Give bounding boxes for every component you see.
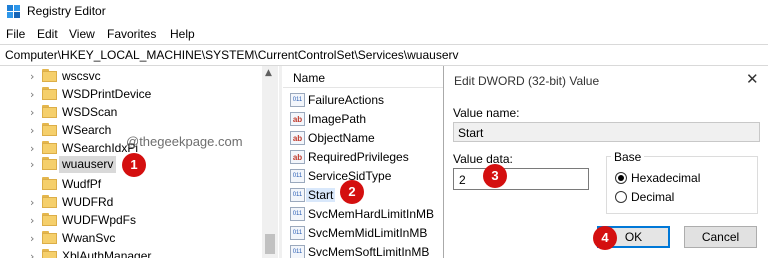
folder-icon <box>42 177 57 190</box>
window-title: Registry Editor <box>27 4 106 18</box>
string-value-icon: ab <box>290 112 305 126</box>
string-value-icon: ab <box>290 150 305 164</box>
chevron-right-icon[interactable]: › <box>30 88 34 101</box>
list-item[interactable]: 011 SvcMemHardLimitInMB <box>283 205 443 224</box>
decimal-label[interactable]: Decimal <box>631 190 674 204</box>
value-name: Start <box>306 188 336 202</box>
list-item[interactable]: 011 SvcMemMidLimitInMB <box>283 224 443 243</box>
value-name-label: Value name: <box>453 106 520 120</box>
list-item[interactable]: ab ImagePath <box>283 110 443 129</box>
tree-item-label: wuauserv <box>59 156 117 173</box>
step-badge-2: 2 <box>340 180 364 204</box>
menu-view[interactable]: View <box>69 27 95 41</box>
string-value-icon: ab <box>290 131 305 145</box>
folder-icon <box>42 213 57 226</box>
tree-item-label: WUDFWpdFs <box>62 213 136 227</box>
tree-item-label: XblAuthManager <box>62 249 152 258</box>
base-groupbox <box>606 156 758 214</box>
scroll-thumb[interactable] <box>265 234 275 254</box>
menu-file[interactable]: File <box>6 27 25 41</box>
address-bar[interactable]: Computer\HKEY_LOCAL_MACHINE\SYSTEM\Curre… <box>0 44 768 66</box>
value-name: ObjectName <box>308 131 375 145</box>
tree-scrollbar[interactable]: ▲ <box>262 66 278 258</box>
binary-value-icon: 011 <box>290 169 305 183</box>
chevron-right-icon[interactable]: › <box>30 232 34 245</box>
binary-value-icon: 011 <box>290 207 305 221</box>
base-label: Base <box>611 150 645 164</box>
folder-icon <box>42 69 57 82</box>
list-item[interactable]: 011 FailureActions <box>283 91 443 110</box>
hexadecimal-radio[interactable] <box>615 172 627 184</box>
menu-favorites[interactable]: Favorites <box>107 27 156 41</box>
binary-value-icon: 011 <box>290 245 305 258</box>
menu-bar: File Edit View Favorites Help <box>0 24 768 44</box>
address-path[interactable]: Computer\HKEY_LOCAL_MACHINE\SYSTEM\Curre… <box>5 48 459 62</box>
menu-help[interactable]: Help <box>170 27 195 41</box>
folder-icon <box>42 105 57 118</box>
tree-item-label: WwanSvc <box>62 231 116 245</box>
step-badge-4: 4 <box>593 226 617 250</box>
binary-value-icon: 011 <box>290 226 305 240</box>
pane-divider[interactable] <box>279 66 282 258</box>
folder-icon <box>42 141 57 154</box>
chevron-right-icon[interactable]: › <box>30 250 34 258</box>
tree-item-label: WudfPf <box>62 177 102 191</box>
folder-icon <box>42 87 57 100</box>
step-badge-3: 3 <box>483 164 507 188</box>
value-data-input[interactable]: 2 <box>453 168 589 190</box>
hexadecimal-label[interactable]: Hexadecimal <box>631 171 700 185</box>
chevron-right-icon[interactable]: › <box>30 70 34 83</box>
scroll-up-icon[interactable]: ▲ <box>265 68 272 78</box>
value-name: RequiredPrivileges <box>308 150 409 164</box>
close-icon[interactable]: ✕ <box>746 70 759 88</box>
step-badge-1: 1 <box>122 153 146 177</box>
folder-icon <box>42 195 57 208</box>
binary-value-icon: 011 <box>290 188 305 202</box>
chevron-right-icon[interactable]: › <box>30 196 34 209</box>
value-name-field: Start <box>453 122 760 142</box>
tree-item-label: WSDPrintDevice <box>62 87 152 101</box>
menu-edit[interactable]: Edit <box>37 27 58 41</box>
column-header-name[interactable]: Name <box>283 66 443 88</box>
tree-item-label: WUDFRd <box>62 195 114 209</box>
list-item[interactable]: ab RequiredPrivileges <box>283 148 443 167</box>
value-name: FailureActions <box>308 93 385 107</box>
chevron-right-icon[interactable]: › <box>30 158 34 171</box>
chevron-right-icon[interactable]: › <box>30 214 34 227</box>
dialog-title: Edit DWORD (32-bit) Value <box>454 74 600 88</box>
watermark: @thegeekpage.com <box>126 134 243 149</box>
list-item[interactable]: 011 SvcMemSoftLimitInMB <box>283 243 443 258</box>
registry-icon <box>7 5 20 18</box>
decimal-radio[interactable] <box>615 191 627 203</box>
value-name: SvcMemHardLimitInMB <box>308 207 435 221</box>
tree-item-label: WSearch <box>62 123 112 137</box>
values-list[interactable]: Name 011 FailureActions ab ImagePath ab … <box>283 66 443 258</box>
tree-item-label: wscsvc <box>62 69 101 83</box>
list-item[interactable]: ab ObjectName <box>283 129 443 148</box>
title-bar: Registry Editor <box>0 0 768 24</box>
chevron-right-icon[interactable]: › <box>30 106 34 119</box>
value-name: SvcMemMidLimitInMB <box>308 226 428 240</box>
binary-value-icon: 011 <box>290 93 305 107</box>
folder-icon <box>42 231 57 244</box>
folder-icon <box>42 123 57 136</box>
value-name: SvcMemSoftLimitInMB <box>308 245 430 258</box>
folder-icon <box>42 157 57 170</box>
value-data-label: Value data: <box>453 152 513 166</box>
list-item[interactable]: 011 ServiceSidType <box>283 167 443 186</box>
value-name: ImagePath <box>308 112 367 126</box>
cancel-button[interactable]: Cancel <box>684 226 757 248</box>
folder-icon <box>42 249 57 258</box>
chevron-right-icon[interactable]: › <box>30 124 34 137</box>
tree-item-label: WSDScan <box>62 105 118 119</box>
tree-item[interactable]: › XblAuthManager <box>0 246 262 258</box>
